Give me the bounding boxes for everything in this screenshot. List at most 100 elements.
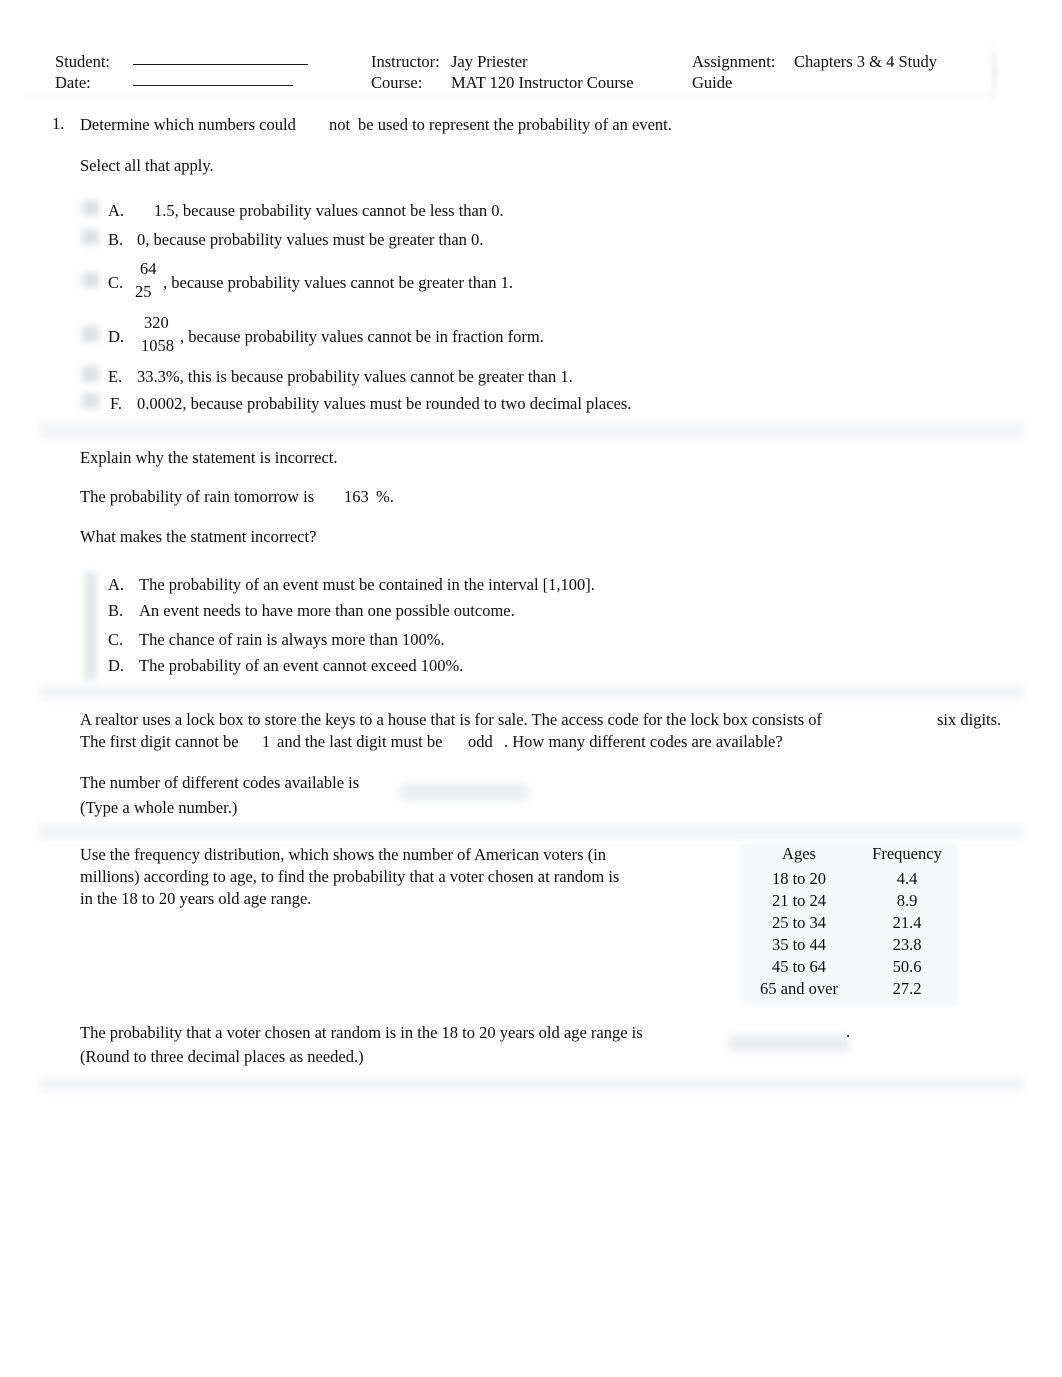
frequency-table-header-ages: Ages <box>782 844 816 863</box>
question-2-statement-value: 163 <box>344 487 369 506</box>
assignment-label: Assignment: <box>692 52 776 71</box>
question-4-line2: millions) according to age, to find the … <box>80 867 620 886</box>
table-row: 35 to 44 23.8 <box>742 934 958 956</box>
checkbox-option-b[interactable] <box>82 229 99 245</box>
table-row: 45 to 64 50.6 <box>742 956 958 978</box>
question-1-instruction: Select all that apply. <box>80 156 214 175</box>
age-range-cell: 45 to 64 <box>771 957 827 976</box>
option-a-text[interactable]: 1.5, because probability values cannot b… <box>154 201 504 221</box>
question-2-statement-part-b: %. <box>376 487 394 506</box>
question-4-line1: Use the frequency distribution, which sh… <box>80 845 607 864</box>
age-range-cell: 21 to 24 <box>771 891 827 910</box>
instructor-label: Instructor: <box>371 52 440 71</box>
worksheet-page: Student: Date: Instructor: Jay Priester C… <box>0 0 1062 1377</box>
q2-option-d-text[interactable]: The probability of an event cannot excee… <box>139 656 463 676</box>
question-3-first-digit-value: 1 <box>262 732 271 751</box>
question-2-statement-part-a: The probability of rain tomorrow is <box>80 487 315 506</box>
question-3-answer-input[interactable] <box>400 783 528 802</box>
student-label: Student: <box>55 52 111 71</box>
option-d-text[interactable]: , because probability values cannot be i… <box>180 327 544 347</box>
option-c-numerator: 64 <box>140 259 157 278</box>
q2-option-a-text[interactable]: The probability of an event must be cont… <box>139 575 595 595</box>
question-3-line2-part-a: The first digit cannot be <box>80 732 239 751</box>
question-3-line1-part-a: A realtor uses a lock box to store the k… <box>80 710 823 729</box>
question-4-line3: in the 18 to 20 years old age range. <box>80 889 312 908</box>
option-e-text[interactable]: 33.3%, this is because probability value… <box>137 367 573 387</box>
age-range-cell: 35 to 44 <box>771 935 827 954</box>
frequency-cell: 8.9 <box>896 891 918 910</box>
section-divider-3 <box>38 823 1024 840</box>
checkbox-option-e[interactable] <box>82 366 99 382</box>
option-d-denominator: 1058 <box>141 336 174 355</box>
frequency-table-header-row: Ages Frequency <box>742 843 958 868</box>
option-c-denominator: 25 <box>135 282 152 301</box>
question-2-sub-prompt: What makes the statment incorrect? <box>80 527 317 546</box>
assignment-value-line2: Guide <box>692 73 733 92</box>
question-3-answer-prompt: The number of different codes available … <box>80 773 360 792</box>
frequency-cell: 4.4 <box>896 869 918 888</box>
frequency-cell: 23.8 <box>892 935 922 954</box>
question-4-answer-hint: (Round to three decimal places as needed… <box>80 1047 364 1066</box>
date-blank-rule[interactable] <box>133 85 293 86</box>
q2-option-a-letter: A. <box>108 575 125 594</box>
instructor-field: Instructor: Jay Priester <box>371 52 528 72</box>
question-4-answer-input[interactable] <box>728 1034 850 1053</box>
question-3-line2-part-b: and the last digit must be <box>277 732 443 751</box>
q2-option-c-text[interactable]: The chance of rain is always more than 1… <box>139 630 445 650</box>
question-3-answer-hint: (Type a whole number.) <box>80 798 238 817</box>
age-range-cell: 65 and over <box>760 979 838 998</box>
assignment-field: Assignment: Chapters 3 & 4 Study <box>692 52 937 72</box>
checkbox-option-f[interactable] <box>82 393 99 409</box>
q2-option-b-letter: B. <box>108 601 124 620</box>
q2-option-c-letter: C. <box>108 630 124 649</box>
frequency-distribution-table: Ages Frequency 18 to 20 4.4 21 to 24 8.9… <box>742 843 958 1000</box>
course-label: Course: <box>371 73 423 92</box>
course-field: Course: MAT 120 Instructor Course <box>371 73 634 93</box>
radio-group-question-2[interactable] <box>84 572 97 680</box>
age-range-cell: 25 to 34 <box>771 913 827 932</box>
question-3-digit-count: six digits. <box>937 710 1002 729</box>
question-4-answer-prompt: The probability that a voter chosen at r… <box>80 1023 643 1042</box>
table-row: 18 to 20 4.4 <box>742 868 958 890</box>
question-4-answer-period: . <box>846 1022 851 1041</box>
checkbox-option-c[interactable] <box>82 272 99 288</box>
question-1-number: 1. <box>52 114 65 133</box>
student-blank-rule[interactable] <box>133 64 308 65</box>
option-d-numerator: 320 <box>144 313 169 332</box>
frequency-cell: 27.2 <box>892 979 922 998</box>
q2-option-b-text[interactable]: An event needs to have more than one pos… <box>139 601 515 621</box>
assignment-value-line2-row: Guide <box>692 73 732 93</box>
q2-option-d-letter: D. <box>108 656 125 675</box>
option-b-text[interactable]: 0, because probability values must be gr… <box>137 230 483 250</box>
option-b-letter: B. <box>108 230 124 249</box>
option-f-letter: F. <box>110 394 122 413</box>
assignment-value: Chapters 3 & 4 Study <box>794 52 937 71</box>
option-f-text[interactable]: 0.0002, because probability values must … <box>137 394 631 414</box>
date-label: Date: <box>55 73 91 92</box>
option-c-text[interactable]: , because probability values cannot be g… <box>163 273 513 293</box>
question-2-prompt: Explain why the statement is incorrect. <box>80 448 338 467</box>
section-divider-1 <box>38 422 1024 439</box>
date-field: Date: <box>55 73 293 93</box>
student-field: Student: <box>55 52 308 72</box>
table-row: 25 to 34 21.4 <box>742 912 958 934</box>
question-1-prompt-part-a: Determine which numbers could <box>80 115 296 134</box>
age-range-cell: 18 to 20 <box>771 869 827 888</box>
section-divider-4 <box>38 1076 1024 1093</box>
question-1-prompt-part-b: be used to represent the probability of … <box>358 115 672 134</box>
option-c-letter: C. <box>108 273 124 292</box>
question-1-prompt-emphasis: not <box>329 115 351 134</box>
option-d-letter: D. <box>108 327 125 346</box>
table-row: 65 and over 27.2 <box>742 978 958 1000</box>
checkbox-option-d[interactable] <box>82 326 99 342</box>
option-e-letter: E. <box>108 367 123 386</box>
question-3-last-digit-value: odd <box>468 732 493 751</box>
question-3-line2-part-c: . How many different codes are available… <box>504 732 783 751</box>
checkbox-option-a[interactable] <box>82 200 99 216</box>
option-a-letter: A. <box>108 201 125 220</box>
course-value: MAT 120 Instructor Course <box>451 73 634 92</box>
frequency-table-header-frequency: Frequency <box>872 844 942 863</box>
frequency-cell: 21.4 <box>892 913 922 932</box>
section-divider-2 <box>38 684 1024 701</box>
table-row: 21 to 24 8.9 <box>742 890 958 912</box>
